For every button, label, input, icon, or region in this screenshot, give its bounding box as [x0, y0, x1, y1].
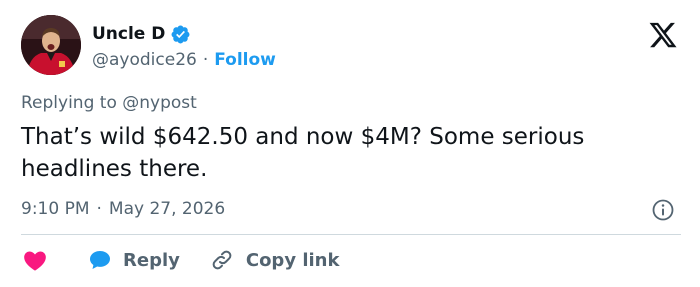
- verified-badge-icon: [171, 25, 190, 43]
- reply-context[interactable]: Replying to @nypost: [21, 93, 197, 113]
- avatar[interactable]: [21, 15, 81, 75]
- timestamp[interactable]: 9:10 PM · May 27, 2026: [21, 196, 225, 222]
- speech-bubble-icon: [90, 251, 110, 269]
- copy-link-button[interactable]: Copy link: [210, 248, 340, 272]
- timestamp-separator: ·: [96, 199, 102, 219]
- reply-button[interactable]: Reply: [87, 248, 180, 272]
- avatar-image: [21, 15, 81, 75]
- heart-icon: [24, 251, 46, 271]
- author-name[interactable]: Uncle D: [92, 24, 165, 44]
- handle-separator: ·: [202, 50, 209, 70]
- timestamp-date: May 27, 2026: [108, 199, 226, 219]
- like-button[interactable]: [21, 247, 49, 273]
- action-bar: Reply Copy link: [21, 245, 339, 275]
- copy-link-label: Copy link: [245, 249, 340, 271]
- author-handle[interactable]: @ayodice26: [92, 50, 197, 70]
- reply-label: Reply: [123, 249, 180, 271]
- timestamp-time: 9:10 PM: [21, 199, 90, 219]
- tweet-text: That’s wild $642.50 and now $4M? Some se…: [21, 124, 585, 182]
- follow-button[interactable]: Follow: [214, 50, 276, 70]
- divider: [21, 234, 681, 235]
- link-icon: [212, 250, 232, 270]
- info-icon[interactable]: [651, 198, 675, 222]
- x-logo-icon[interactable]: [646, 20, 680, 50]
